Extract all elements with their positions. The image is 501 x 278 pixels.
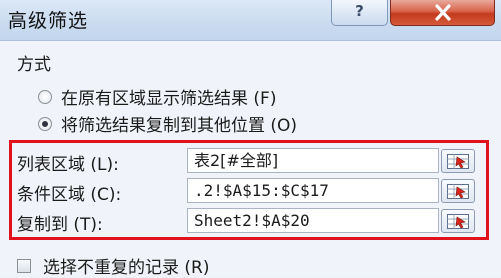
radio-button[interactable] bbox=[38, 89, 52, 104]
unique-records-checkbox[interactable] bbox=[17, 258, 31, 273]
radio-show-in-place[interactable]: 在原有区域显示筛选结果 (F) bbox=[38, 84, 276, 109]
criteria-range-input[interactable]: .2!$A$15:$C$17 bbox=[187, 178, 439, 203]
radio-label: 在原有区域显示筛选结果 (F) bbox=[61, 89, 277, 109]
criteria-range-picker-button[interactable] bbox=[441, 179, 475, 203]
range-picker-icon bbox=[447, 214, 469, 229]
criteria-range-label: 条件区域 (C): bbox=[17, 185, 122, 205]
title-bar: 高级筛选 ? bbox=[0, 0, 501, 41]
range-picker-icon bbox=[447, 184, 469, 199]
radio-button-selected[interactable] bbox=[38, 116, 52, 131]
list-range-input[interactable]: 表2[#全部] bbox=[187, 148, 439, 173]
unique-records-label: 选择不重复的记录 (R) bbox=[43, 258, 210, 278]
copy-to-label: 复制到 (T): bbox=[17, 215, 103, 235]
close-button[interactable] bbox=[390, 0, 495, 26]
copy-to-picker-button[interactable] bbox=[441, 209, 475, 233]
close-icon bbox=[434, 4, 451, 21]
copy-to-input[interactable]: Sheet2!$A$20 bbox=[187, 208, 439, 233]
radio-copy-to-other[interactable]: 将筛选结果复制到其他位置 (O) bbox=[38, 111, 297, 136]
help-button[interactable]: ? bbox=[331, 0, 388, 26]
list-range-picker-button[interactable] bbox=[441, 149, 475, 173]
unique-records-option[interactable]: 选择不重复的记录 (R) bbox=[17, 253, 209, 278]
list-range-label: 列表区域 (L): bbox=[17, 155, 119, 175]
range-picker-icon bbox=[447, 154, 469, 169]
method-section-label: 方式 bbox=[17, 55, 51, 75]
help-label: ? bbox=[355, 2, 364, 20]
radio-label: 将筛选结果复制到其他位置 (O) bbox=[61, 116, 298, 136]
dialog-title: 高级筛选 bbox=[8, 10, 89, 32]
